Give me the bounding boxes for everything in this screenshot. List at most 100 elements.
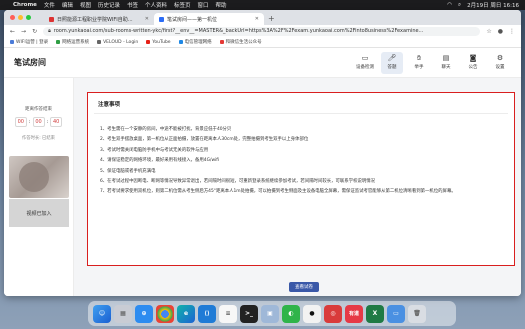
edge-icon[interactable]: e [177,304,195,323]
bookmark-icon [56,40,61,44]
bookmark-icon [219,40,224,44]
terminal-icon[interactable]: >_ [240,304,258,323]
wechat-icon[interactable]: ◐ [282,304,300,323]
menu-window[interactable]: 窗口 [198,1,209,9]
page-title: 笔试房间 [14,58,46,67]
announcement-button[interactable]: ◙ 公告 [462,52,484,74]
timer-separator: : [28,119,31,125]
bookmark-item[interactable]: 电信管理网络 [178,39,212,45]
menu-bookmarks[interactable]: 书签 [127,1,138,9]
new-tab-button[interactable]: + [268,14,275,25]
star-icon[interactable]: ☆ [486,28,491,35]
window-controls [10,15,31,20]
menu-file[interactable]: 文件 [44,1,55,9]
view-exam-button[interactable]: 查看试卷 [289,282,319,292]
back-icon[interactable]: ← [10,28,15,35]
divider [94,113,508,114]
folder-icon[interactable]: ▭ [387,304,405,323]
finder-icon[interactable]: ☺ [93,304,111,323]
timer-seconds: 40 [50,117,63,127]
chrome-icon[interactable] [156,304,174,323]
menu-view[interactable]: 视图 [80,1,91,9]
netease-icon[interactable]: ◎ [324,304,342,323]
shield-icon [49,16,54,22]
address-bar-row: ← → ↻ 🔒︎ room.yunkaoai.com/sub-rooms-wri… [4,25,521,37]
lock-icon: 🔒︎ [48,28,51,34]
blurred-face [19,162,49,192]
menu-tabs[interactable]: 标签页 [174,1,191,9]
youdao-icon[interactable]: 有道 [345,304,363,323]
notice-item: 6、在考试过程中因断电、断网等情况导致异常退出，若间隔时间很短，可重新登录系统继… [100,179,376,185]
gear-icon: ⚙︎ [496,54,504,62]
device-check-button[interactable]: ▭ 设备检测 [354,52,376,74]
more-icon[interactable]: ⋮ [509,28,515,35]
url-field[interactable]: 🔒︎ room.yunkaoai.com/sub-rooms-written-y… [43,26,481,36]
camera-preview [9,156,69,198]
app-header: 笔试房间 ▭ 设备检测 🎤︎ 答题 ✋︎ 举手 ▤ 聊天 ◙ 公告 ⚙︎ 设置 [4,48,521,78]
menubar-clock[interactable]: 2月19日 周日 16:16 [467,1,519,9]
chat-icon: ▤ [442,54,450,62]
bookmark-item[interactable]: 网络运营系统 [56,39,89,45]
safari-icon[interactable]: ⊕ [135,304,153,323]
hand-icon: ✋︎ [417,54,421,62]
menu-history[interactable]: 历史记录 [98,1,120,9]
answer-button[interactable]: 🎤︎ 答题 [381,51,403,74]
notice-item: 7、若考试要求使用双机位，则第二机位需从考生侧后方45°距离本人1m处拍摄，可以… [100,189,456,195]
wifi-icon[interactable]: ◠ [447,2,452,8]
menu-edit[interactable]: 编辑 [62,1,73,9]
chat-button[interactable]: ▤ 聊天 [435,52,457,74]
tab-label: 日照能源工程职业学院WIFI自助... [57,16,133,23]
bookmark-label: 和微信生活公众号 [225,40,262,45]
close-icon[interactable]: ✕ [145,16,149,22]
menu-help[interactable]: 帮助 [216,1,227,9]
youtube-icon [146,40,151,44]
timer-hours: 00 [14,117,27,127]
bookmark-item[interactable]: 和微信生活公众号 [219,39,262,45]
macos-dock: ☺ ▦ ⊕ e ⟨⟩ ≡ >_ ▣ ◐ ● ◎ 有道 X ▭ 🗑︎ [88,301,456,326]
timer-separator: : [46,119,49,125]
menubar-app-name[interactable]: Chrome [13,2,37,8]
page-icon [159,16,164,22]
bookmark-label: 网络运营系统 [62,40,90,45]
bookmark-icon [97,40,102,44]
search-icon[interactable]: ⌕ [458,2,461,9]
tab-wifi-portal[interactable]: 日照能源工程职业学院WIFI自助... ✕ [44,13,154,25]
notice-panel: 注意事项 1、考生需在一个安静的房间，中途不能被打扰，背景应低于40分贝 2、考… [87,92,515,266]
video-joined-status: 视频已加入 [9,199,69,227]
bookmark-item[interactable]: YouTube [146,39,171,45]
trash-icon[interactable]: 🗑︎ [408,304,426,323]
reload-icon[interactable]: ↻ [32,28,37,35]
notes-icon[interactable]: ≡ [219,304,237,323]
macos-menubar: Chrome 文件 编辑 视图 历史记录 书签 个人资料 标签页 窗口 帮助 ◠… [0,0,525,10]
bookmark-label: YouTube [152,39,171,45]
close-window-button[interactable] [10,15,15,20]
preview-icon[interactable]: ▣ [261,304,279,323]
excel-icon[interactable]: X [366,304,384,323]
zoom-window-button[interactable] [26,15,31,20]
menu-profile[interactable]: 个人资料 [145,1,167,9]
profile-icon[interactable]: ● [498,28,503,35]
bookmark-item[interactable]: VELOUD - Login [97,40,138,45]
header-toolbar: ▭ 设备检测 🎤︎ 答题 ✋︎ 举手 ▤ 聊天 ◙ 公告 ⚙︎ 设置 [354,51,511,74]
browser-window: 日照能源工程职业学院WIFI自助... ✕ 笔试房间——第一机位 ✕ + ← →… [4,10,521,296]
qq-icon[interactable]: ● [303,304,321,323]
vscode-icon[interactable]: ⟨⟩ [198,304,216,323]
notice-item: 4、请保证稳定的网络环境，最好采用有线接入，备用4G/wifi [100,158,220,164]
launchpad-icon[interactable]: ▦ [114,304,132,323]
main-content: 距离作答结束 00 : 00 : 40 作答时长: 已结束 视频已加入 注意事项… [4,78,521,296]
bookmark-icon [178,40,183,44]
bookmark-item[interactable]: WIFI运营 | 登录 [10,39,48,45]
settings-button[interactable]: ⚙︎ 设置 [489,52,511,74]
url-text: room.yunkaoai.com/sub-rooms-written-ykc/… [53,28,424,34]
notice-item: 1、考生需在一个安静的房间，中途不能被打扰，背景应低于40分贝 [100,127,232,132]
notice-item: 3、考试时需关闭电脑防手机中与考试无关的软件与应用 [100,147,209,153]
timer-minutes: 00 [32,117,45,127]
tab-exam-room[interactable]: 笔试房间——第一机位 ✕ [154,13,264,25]
timer-label: 距离作答结束 [25,107,52,112]
tab-strip: 日照能源工程职业学院WIFI自助... ✕ 笔试房间——第一机位 ✕ + [4,10,521,25]
close-icon[interactable]: ✕ [255,16,259,22]
minimize-window-button[interactable] [18,15,23,20]
button-label: 聊天 [441,65,451,70]
raise-hand-button[interactable]: ✋︎ 举手 [408,52,430,74]
forward-icon[interactable]: → [21,28,26,35]
